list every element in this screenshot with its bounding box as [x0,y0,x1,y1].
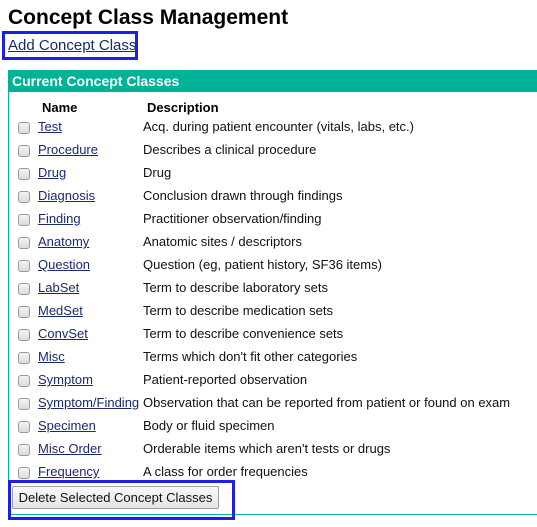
concept-class-name-link[interactable]: LabSet [38,280,79,296]
concept-class-name-link[interactable]: Misc Order [38,441,102,457]
concept-class-name-link[interactable]: Diagnosis [38,188,95,204]
table-row: Misc Order Orderable items which aren't t… [0,439,537,462]
table-row: Question Question (eg, patient history, S… [0,255,537,278]
concept-class-name-link[interactable]: MedSet [38,303,83,319]
row-checkbox[interactable] [18,145,30,157]
concept-class-name-link[interactable]: Misc [38,349,65,365]
add-concept-class-link[interactable]: Add Concept Class [8,37,136,55]
row-checkbox[interactable] [18,329,30,341]
concept-class-description: Term to describe convenience sets [143,326,344,341]
row-checkbox[interactable] [18,352,30,364]
table-row: Drug Drug [0,163,537,186]
concept-class-name-link[interactable]: Symptom [38,372,93,388]
concept-class-description: Anatomic sites / descriptors [143,234,302,249]
concept-class-name-link[interactable]: Anatomy [38,234,89,250]
table-row: Anatomy Anatomic sites / descriptors [0,232,537,255]
row-checkbox[interactable] [18,237,30,249]
concept-class-description: Observation that can be reported from pa… [143,395,511,410]
concept-class-name-link[interactable]: ConvSet [38,326,88,342]
row-checkbox[interactable] [18,122,30,134]
table-row: Finding Practitioner observation/finding [0,209,537,232]
table-row: Procedure Describes a clinical procedure [0,140,537,163]
row-checkbox[interactable] [18,398,30,410]
table-row: Misc Terms which don't fit other categori… [0,347,537,370]
column-header-name: Name [42,100,78,115]
concept-class-description: Practitioner observation/finding [143,211,322,226]
table-row: ConvSet Term to describe convenience sets [0,324,537,347]
concept-class-name-link[interactable]: Symptom/Finding [38,395,139,411]
concept-class-description: Term to describe medication sets [143,303,334,318]
box-header: Current Concept Classes [8,70,537,92]
row-checkbox[interactable] [18,214,30,226]
row-checkbox[interactable] [18,421,30,433]
table-row: LabSet Term to describe laboratory sets [0,278,537,301]
row-checkbox[interactable] [18,467,30,479]
concept-class-name-link[interactable]: Drug [38,165,66,181]
table-row: Test Acq. during patient encounter (vital… [0,117,537,140]
row-checkbox[interactable] [18,306,30,318]
concept-class-name-link[interactable]: Test [38,119,62,135]
table-row: Diagnosis Conclusion drawn through findin… [0,186,537,209]
concept-class-description: Patient-reported observation [143,372,308,387]
concept-class-description: Drug [143,165,172,180]
concept-class-description: Orderable items which aren't tests or dr… [143,441,391,456]
delete-selected-button[interactable]: Delete Selected Concept Classes [12,486,219,509]
concept-class-description: Term to describe laboratory sets [143,280,328,295]
concept-class-description: Body or fluid specimen [143,418,275,433]
concept-class-description: Question (eg, patient history, SF36 item… [143,257,382,272]
table-row: Symptom/Finding Observation that can be r… [0,393,537,416]
concept-class-name-link[interactable]: Question [38,257,90,273]
row-checkbox[interactable] [18,283,30,295]
concept-class-name-link[interactable]: Finding [38,211,81,227]
concept-class-description: Describes a clinical procedure [143,142,317,157]
concept-class-description: A class for order frequencies [143,464,308,479]
table-row: MedSet Term to describe medication sets [0,301,537,324]
row-checkbox[interactable] [18,191,30,203]
table-row: Specimen Body or fluid specimen [0,416,537,439]
concept-class-name-link[interactable]: Frequency [38,464,99,480]
concept-class-description: Terms which don't fit other categories [143,349,358,364]
concept-class-name-link[interactable]: Procedure [38,142,98,158]
table-row: Symptom Patient-reported observation [0,370,537,393]
concept-class-name-link[interactable]: Specimen [38,418,96,434]
row-checkbox[interactable] [18,168,30,180]
concept-class-description: Conclusion drawn through findings [143,188,343,203]
row-checkbox[interactable] [18,375,30,387]
column-header-description: Description [147,100,219,115]
page-title: Concept Class Management [8,6,289,29]
row-checkbox[interactable] [18,444,30,456]
concept-class-description: Acq. during patient encounter (vitals, l… [143,119,414,134]
row-checkbox[interactable] [18,260,30,272]
